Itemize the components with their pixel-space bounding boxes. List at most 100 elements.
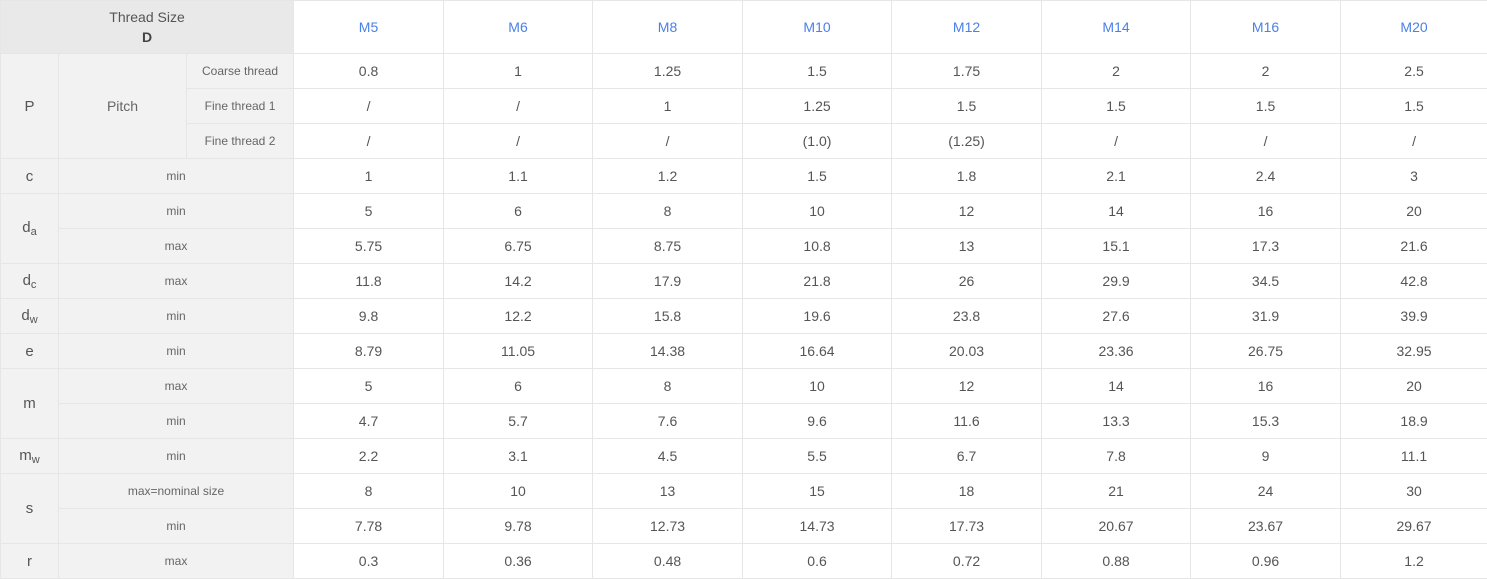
table-cell: 0.6 — [742, 543, 893, 579]
table-cell: 5.7 — [443, 403, 594, 439]
table-cell: 8 — [592, 368, 744, 404]
table-cell: 18 — [891, 473, 1043, 509]
table-cell: 13.3 — [1041, 403, 1192, 439]
table-cell: 7.78 — [293, 508, 445, 544]
table-cell: 2 — [1041, 53, 1192, 89]
table-cell: 11.05 — [443, 333, 594, 369]
table-cell: 15.3 — [1190, 403, 1342, 439]
size-header: M20 — [1340, 0, 1487, 54]
table-cell: 15 — [742, 473, 893, 509]
table-row: dc max 11.8 14.2 17.9 21.8 26 29.9 34.5 42.8 — [0, 263, 1487, 299]
table-cell: 9 — [1190, 438, 1342, 474]
thread-size-header: Thread Size D — [0, 0, 295, 54]
table-cell: 12 — [891, 368, 1043, 404]
table-cell: (1.0) — [742, 123, 893, 159]
param-symbol-subscript: w — [31, 453, 40, 466]
table-cell: 18.9 — [1340, 403, 1487, 439]
table-cell: / — [293, 123, 445, 159]
param-symbol: s — [0, 473, 59, 544]
size-header: M5 — [293, 0, 445, 54]
table-cell: / — [443, 123, 594, 159]
dimensions-table: Thread Size D M5 M6 M8 M10 M12 M14 M16 M… — [0, 0, 1487, 579]
size-header: M12 — [891, 0, 1043, 54]
table-cell: 17.3 — [1190, 228, 1342, 264]
table-cell: / — [293, 88, 445, 124]
table-cell: 20.03 — [891, 333, 1043, 369]
table-cell: 17.73 — [891, 508, 1043, 544]
table-row: max 5.75 6.75 8.75 10.8 13 15.1 17.3 21.6 — [1, 228, 1487, 264]
table-cell: 5.5 — [742, 438, 893, 474]
table-cell: / — [443, 88, 594, 124]
param-symbol-subscript: a — [30, 226, 37, 238]
table-cell: 0.36 — [443, 543, 594, 579]
table-cell: 10 — [443, 473, 594, 509]
table-cell: 1.25 — [592, 53, 744, 89]
table-cell: 2.4 — [1190, 158, 1342, 194]
thread-size-label: Thread Size — [109, 9, 185, 25]
row-label: min — [57, 403, 295, 439]
table-cell: 14 — [1041, 368, 1192, 404]
param-symbol: c — [0, 158, 59, 194]
table-cell: 39.9 — [1340, 298, 1487, 334]
table-cell: 23.67 — [1190, 508, 1342, 544]
param-symbol-subscript: c — [30, 278, 37, 291]
table-cell: 0.96 — [1190, 543, 1342, 579]
table-cell: 30 — [1340, 473, 1487, 509]
table-cell: 10 — [742, 368, 893, 404]
table-cell: / — [1041, 123, 1192, 159]
table-cell: 6.7 — [891, 438, 1043, 474]
param-symbol-main: d — [22, 219, 31, 236]
param-symbol: P — [0, 53, 59, 159]
table-cell: 10 — [742, 193, 893, 229]
table-cell: 9.6 — [742, 403, 893, 439]
thread-size-symbol: D — [141, 29, 153, 45]
table-row: m max 5 6 8 10 12 14 16 20 — [0, 368, 1487, 439]
table-cell: 13 — [891, 228, 1043, 264]
table-cell: 9.78 — [443, 508, 594, 544]
table-cell: 26.75 — [1190, 333, 1342, 369]
table-cell: 4.7 — [293, 403, 445, 439]
table-cell: 1 — [293, 158, 445, 194]
table-cell: 42.8 — [1340, 263, 1487, 299]
table-cell: 1.2 — [592, 158, 744, 194]
param-symbol: dc — [0, 263, 59, 299]
size-header: M10 — [742, 0, 893, 54]
param-symbol-main: m — [19, 446, 32, 464]
table-cell: 1 — [443, 53, 594, 89]
table-cell: 13 — [592, 473, 744, 509]
table-cell: 11.6 — [891, 403, 1043, 439]
table-cell: 26 — [891, 263, 1043, 299]
param-symbol-main: c — [25, 167, 34, 185]
table-body: P Pitch Coarse thread 0.8 1 1.25 1.5 1.7… — [0, 53, 1487, 579]
table-cell: 0.88 — [1041, 543, 1192, 579]
table-cell: 20 — [1340, 368, 1487, 404]
table-cell: 34.5 — [1190, 263, 1342, 299]
table-cell: 2.1 — [1041, 158, 1192, 194]
table-row: s max=nominal size 8 10 13 15 18 21 24 30 — [0, 473, 1487, 544]
table-row: min 4.7 5.7 7.6 9.6 11.6 13.3 15.3 18.9 — [1, 403, 1487, 439]
table-cell: 8 — [293, 473, 445, 509]
table-cell: 21.8 — [742, 263, 893, 299]
table-row: P Pitch Coarse thread 0.8 1 1.25 1.5 1.7… — [0, 53, 1487, 159]
table-cell: 0.48 — [592, 543, 744, 579]
row-label: max=nominal size — [57, 473, 295, 509]
table-cell: / — [592, 123, 744, 159]
table-cell: 5.75 — [293, 228, 445, 264]
table-cell: 21 — [1041, 473, 1192, 509]
table-cell: 1.2 — [1340, 543, 1487, 579]
table-cell: 3.1 — [443, 438, 594, 474]
row-label: Coarse thread — [185, 53, 295, 89]
row-label: min — [57, 298, 295, 334]
size-header: M6 — [443, 0, 594, 54]
table-cell: 11.1 — [1340, 438, 1487, 474]
table-row: e min 8.79 11.05 14.38 16.64 20.03 23.36 26.75 32… — [0, 333, 1487, 369]
table-cell: 14 — [1041, 193, 1192, 229]
param-symbol-main: e — [25, 342, 34, 360]
table-cell: 14.2 — [443, 263, 594, 299]
table-cell: 6.75 — [443, 228, 594, 264]
table-cell: 8 — [592, 193, 744, 229]
table-cell: 8.75 — [592, 228, 744, 264]
table-cell: 29.67 — [1340, 508, 1487, 544]
param-symbol: e — [0, 333, 59, 369]
size-header: M8 — [592, 0, 744, 54]
